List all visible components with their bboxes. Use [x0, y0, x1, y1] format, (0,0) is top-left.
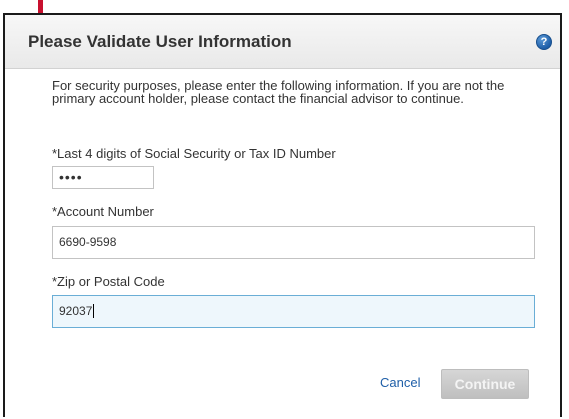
- ssn-last4-input[interactable]: ••••: [52, 166, 154, 189]
- screen: Please Validate User Information ? For s…: [0, 0, 569, 419]
- zip-code-input[interactable]: 92037: [52, 295, 535, 328]
- zip-code-value: 92037: [59, 304, 93, 318]
- cancel-link[interactable]: Cancel: [380, 375, 420, 390]
- dialog-header: Please Validate User Information ?: [5, 15, 560, 69]
- continue-button[interactable]: Continue: [441, 369, 529, 399]
- validate-user-dialog: Please Validate User Information ? For s…: [3, 13, 562, 417]
- zip-code-label: *Zip or Postal Code: [52, 274, 165, 289]
- account-number-input[interactable]: 6690-9598: [52, 226, 535, 259]
- dialog-body: For security purposes, please enter the …: [5, 69, 560, 417]
- security-intro-text: For security purposes, please enter the …: [52, 78, 505, 106]
- help-icon[interactable]: ?: [536, 34, 552, 50]
- text-caret: [93, 303, 95, 318]
- ssn-label: *Last 4 digits of Social Security or Tax…: [52, 146, 336, 161]
- account-number-label: *Account Number: [52, 204, 154, 219]
- dialog-title: Please Validate User Information: [28, 32, 292, 51]
